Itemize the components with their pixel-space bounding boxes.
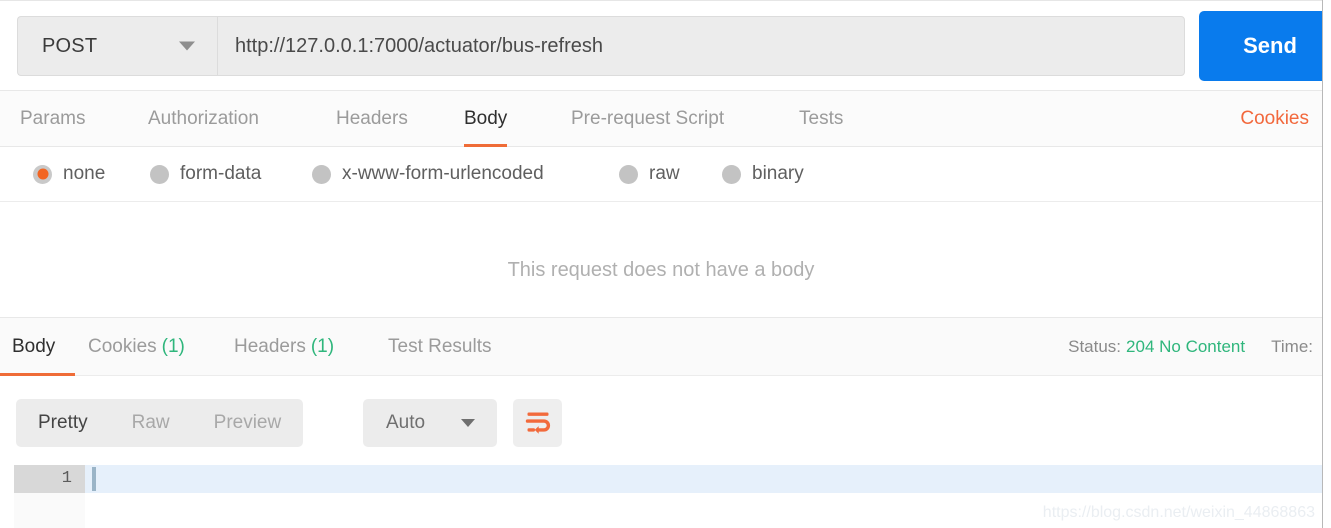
request-url-input[interactable]: http://127.0.0.1:7000/actuator/bus-refre…: [217, 16, 1185, 76]
tab-authorization[interactable]: Authorization: [148, 91, 259, 147]
response-format-dropdown[interactable]: Auto: [363, 399, 497, 447]
body-type-raw[interactable]: raw: [619, 147, 680, 201]
view-mode-raw[interactable]: Raw: [110, 399, 192, 447]
send-button[interactable]: Send: [1199, 11, 1331, 81]
word-wrap-icon: [525, 412, 550, 434]
response-tab-headers-label: Headers: [234, 336, 306, 357]
view-mode-pretty[interactable]: Pretty: [16, 399, 110, 447]
response-body-editor[interactable]: 1: [0, 465, 1322, 528]
editor-line-separator: [85, 493, 1322, 494]
view-mode-preview[interactable]: Preview: [192, 399, 304, 447]
body-type-form-data-label: form-data: [180, 163, 262, 184]
body-type-urlencoded[interactable]: x-www-form-urlencoded: [312, 147, 544, 201]
request-body-panel: This request does not have a body: [0, 201, 1322, 317]
body-type-raw-label: raw: [649, 163, 680, 184]
tab-headers[interactable]: Headers: [336, 91, 408, 147]
editor-line-number: 1: [61, 469, 72, 488]
body-type-binary[interactable]: binary: [722, 147, 804, 201]
response-tab-cookies-label: Cookies: [88, 336, 157, 357]
radio-unselected-icon: [722, 164, 741, 184]
response-tab-test-results[interactable]: Test Results: [388, 318, 491, 375]
request-url-value: http://127.0.0.1:7000/actuator/bus-refre…: [235, 34, 604, 57]
request-url-bar: POST http://127.0.0.1:7000/actuator/bus-…: [0, 1, 1331, 90]
response-tab-body-label: Body: [12, 336, 56, 357]
response-status-bar: Status: 204 No Content Time:: [1068, 318, 1313, 375]
postman-request-window: POST http://127.0.0.1:7000/actuator/bus-…: [0, 0, 1331, 528]
empty-body-message: This request does not have a body: [507, 259, 815, 281]
response-tab-cookies[interactable]: Cookies (1): [88, 318, 185, 375]
window-right-filler: [1323, 0, 1331, 528]
editor-caret: [92, 467, 96, 491]
time-label: Time:: [1271, 337, 1313, 356]
status-badge: 204 No Content: [1126, 337, 1246, 356]
radio-selected-icon: [33, 164, 52, 184]
body-type-form-data[interactable]: form-data: [150, 147, 261, 201]
response-tab-test-results-label: Test Results: [388, 336, 492, 357]
chevron-down-icon: [179, 41, 195, 51]
response-tab-bar: Body Cookies (1) Headers (1) Test Results …: [0, 317, 1322, 375]
radio-unselected-icon: [312, 164, 331, 184]
tab-params[interactable]: Params: [20, 91, 85, 147]
response-tab-cookies-count: (1): [161, 336, 185, 357]
radio-unselected-icon: [619, 164, 638, 184]
window-right-border: [1322, 0, 1323, 528]
response-view-mode-group: Pretty Raw Preview: [16, 399, 304, 447]
body-type-binary-label: binary: [752, 163, 804, 184]
tab-body[interactable]: Body: [464, 91, 508, 147]
http-method-label: POST: [42, 34, 98, 57]
word-wrap-toggle-button[interactable]: [513, 399, 562, 447]
radio-unselected-icon: [150, 164, 169, 184]
status-label: Status:: [1068, 337, 1122, 356]
http-method-dropdown[interactable]: POST: [17, 16, 217, 76]
body-type-radio-group: none form-data x-www-form-urlencoded raw…: [0, 147, 1322, 201]
response-tab-body[interactable]: Body: [12, 318, 55, 375]
editor-active-line[interactable]: [85, 465, 1322, 493]
response-tab-headers-count: (1): [310, 336, 335, 357]
body-type-none-label: none: [63, 163, 106, 184]
body-type-urlencoded-label: x-www-form-urlencoded: [342, 163, 544, 184]
response-format-label: Auto: [386, 412, 426, 433]
chevron-down-icon: [461, 419, 475, 427]
body-type-none[interactable]: none: [33, 147, 105, 201]
response-active-tab-underline: [0, 373, 75, 376]
response-tab-headers[interactable]: Headers (1): [234, 318, 334, 375]
response-toolbar: Pretty Raw Preview Auto: [0, 375, 1322, 465]
tab-tests[interactable]: Tests: [799, 91, 843, 147]
top-divider: [0, 0, 1322, 1]
request-tab-bar: Params Authorization Headers Body Pre-re…: [0, 90, 1322, 147]
tab-pre-request-script[interactable]: Pre-request Script: [571, 91, 724, 147]
cookies-link[interactable]: Cookies: [1240, 91, 1309, 147]
